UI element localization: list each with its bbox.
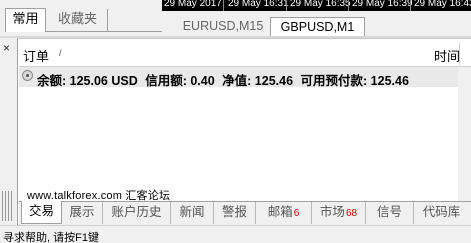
account-summary-row[interactable]: 余额: 125.06 USD 信用额: 0.40 净值: 125.46 可用预付… — [19, 67, 471, 89]
tab-label: 账户历史 — [111, 205, 162, 219]
tab-label: 代码库 — [422, 205, 461, 219]
tab-label: 交易 — [28, 204, 54, 218]
status-bar: 寻求帮助, 请按F1键 — [0, 225, 471, 243]
chart-tab-eurusd[interactable]: EURUSD,M15 — [174, 17, 272, 36]
chart-time-axis: 29 May 2017 29 May 16:31 29 May 16:35 29… — [162, 0, 471, 11]
column-time[interactable]: 时间 — [434, 46, 460, 65]
free-margin: 可用预付款: 125.46 — [300, 74, 409, 88]
tab-label: 展示 — [69, 205, 95, 219]
tab-label: 邮箱 — [267, 205, 293, 219]
tab-exposure[interactable]: 展示 — [62, 202, 103, 224]
tab-signals[interactable]: 信号 — [366, 202, 414, 224]
time-separator — [223, 0, 224, 11]
tab-trade[interactable]: 交易 — [21, 201, 62, 224]
tab-label: 信号 — [376, 205, 402, 219]
time-label: 29 May 16:35 — [290, 0, 351, 9]
status-text: 寻求帮助, 请按F1键 — [3, 232, 99, 243]
terminal-side-bar: × — [0, 38, 18, 225]
tab-label: 警报 — [221, 205, 247, 219]
sort-indicator-icon: / — [59, 48, 62, 58]
market-count: 68 — [345, 208, 358, 219]
column-order[interactable]: 订单 — [23, 46, 49, 65]
equity: 净值: 125.46 — [222, 74, 294, 88]
time-label: 29 May 2017 — [164, 0, 222, 9]
time-separator — [348, 0, 349, 11]
terminal-grip-icon[interactable] — [2, 191, 14, 221]
tab-market[interactable]: 市场68 — [312, 202, 366, 224]
tab-news[interactable]: 新闻 — [171, 202, 214, 224]
tab-label: 新闻 — [179, 205, 205, 219]
time-label: 29 May 16:39 — [352, 0, 413, 9]
vertical-scrollbar[interactable] — [458, 67, 471, 201]
time-separator — [286, 0, 287, 11]
credit: 信用额: 0.40 — [145, 74, 215, 88]
tab-label: 市场 — [319, 205, 345, 219]
tab-baseline — [46, 31, 162, 32]
chart-window-tabs: EURUSD,M15 GBPUSD,M1 — [162, 11, 471, 36]
tab-common[interactable]: 常用 — [5, 8, 46, 32]
time-separator — [410, 0, 411, 11]
tab-alerts[interactable]: 警报 — [214, 202, 256, 224]
account-summary: 余额: 125.06 USD 信用额: 0.40 净值: 125.46 可用预付… — [37, 70, 413, 89]
tab-mailbox[interactable]: 邮箱6 — [256, 202, 312, 224]
column-header: 订单 / 时间 — [19, 39, 471, 67]
tab-favorites[interactable]: 收藏夹 — [48, 9, 108, 31]
status-dot-icon — [22, 70, 33, 81]
chart-tab-gbpusd[interactable]: GBPUSD,M1 — [270, 17, 365, 36]
terminal-panel: 订单 / 时间 余额: 125.06 USD 信用额: 0.40 净值: 125… — [19, 38, 471, 202]
close-icon[interactable]: × — [3, 42, 10, 54]
toolbox-tabs: 常用 收藏夹 — [0, 0, 162, 36]
time-label: 29 May 16:43 — [414, 0, 471, 9]
balance: 余额: 125.06 USD — [37, 74, 138, 88]
terminal-tabs: 交易 展示 账户历史 新闻 警报 邮箱6 市场68 信号 代码库 — [19, 201, 471, 225]
mailbox-count: 6 — [293, 208, 300, 219]
tab-code-base[interactable]: 代码库 — [414, 202, 469, 224]
column-divider[interactable] — [459, 43, 460, 65]
tab-account-history[interactable]: 账户历史 — [103, 202, 171, 224]
time-label: 29 May 16:31 — [228, 0, 289, 9]
